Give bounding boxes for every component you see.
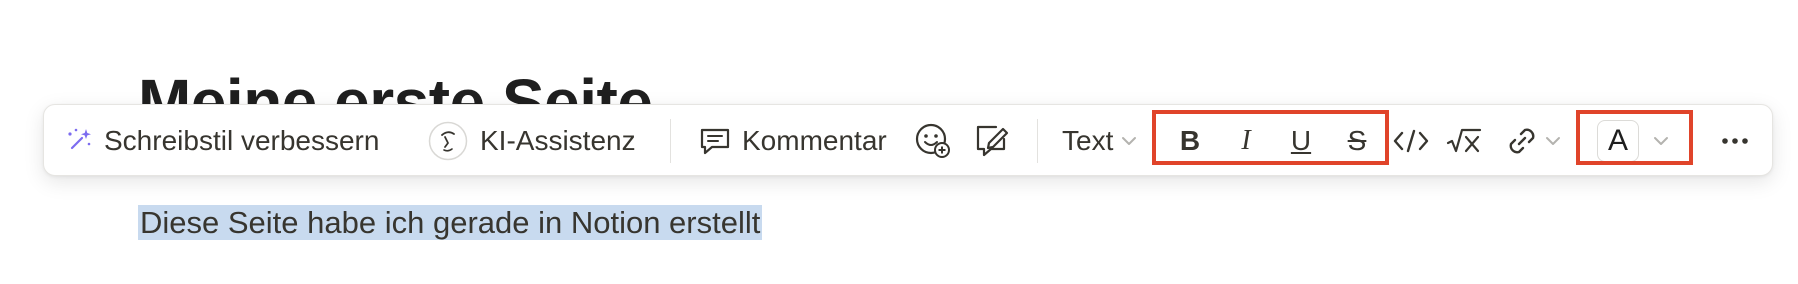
code-button[interactable] xyxy=(1392,105,1430,177)
more-button[interactable] xyxy=(1720,105,1750,177)
suggest-edit-icon xyxy=(972,121,1012,161)
ai-face-icon xyxy=(428,121,468,161)
emoji-button[interactable] xyxy=(913,105,953,177)
toolbar-divider xyxy=(670,119,671,163)
comment-button[interactable]: Kommentar xyxy=(698,105,887,177)
emoji-add-icon xyxy=(913,121,953,161)
code-icon xyxy=(1392,127,1430,155)
equation-icon xyxy=(1446,126,1482,156)
comment-icon xyxy=(698,125,732,157)
comment-label: Kommentar xyxy=(742,125,887,156)
toolbar-divider xyxy=(1037,119,1038,163)
link-button[interactable] xyxy=(1505,105,1561,177)
block-type-dropdown[interactable]: Text xyxy=(1062,105,1137,177)
chevron-down-icon xyxy=(1121,135,1137,147)
highlight-box-formatting xyxy=(1152,110,1389,165)
sparkle-wand-icon xyxy=(64,126,94,156)
selected-text[interactable]: Diese Seite habe ich gerade in Notion er… xyxy=(138,205,763,240)
chevron-down-icon xyxy=(1545,135,1561,147)
block-type-label: Text xyxy=(1062,125,1114,156)
improve-writing-label: Schreibstil verbessern xyxy=(104,125,380,156)
paragraph-block[interactable]: Diese Seite habe ich gerade in Notion er… xyxy=(138,200,763,246)
equation-button[interactable] xyxy=(1446,105,1482,177)
formatting-toolbar: Schreibstil verbessern KI-Assistenz Komm… xyxy=(43,104,1773,176)
more-icon xyxy=(1720,136,1750,146)
suggest-edit-button[interactable] xyxy=(972,105,1012,177)
link-icon xyxy=(1505,124,1539,158)
highlight-box-color xyxy=(1576,110,1693,165)
ai-assist-button[interactable]: KI-Assistenz xyxy=(428,105,636,177)
ai-assist-label: KI-Assistenz xyxy=(480,125,636,156)
improve-writing-button[interactable]: Schreibstil verbessern xyxy=(64,105,379,177)
